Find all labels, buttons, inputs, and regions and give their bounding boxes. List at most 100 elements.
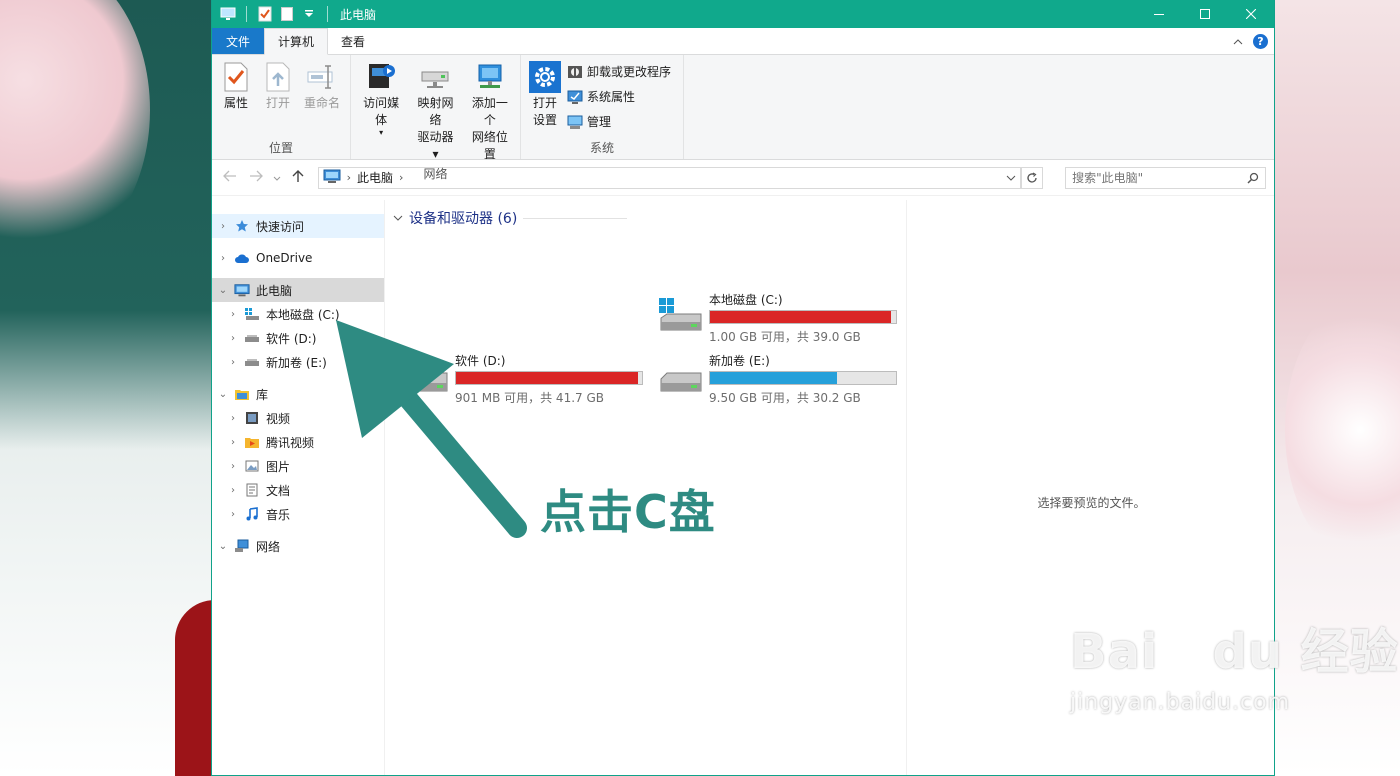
title-bar[interactable]: 此电脑 bbox=[212, 0, 1274, 28]
manage-button[interactable]: 管理 bbox=[567, 111, 671, 132]
nav-library-tencent-video[interactable]: › 腾讯视频 bbox=[212, 430, 384, 454]
map-drive-label-line2: 驱动器 ▾ bbox=[417, 130, 454, 161]
drive-free-space: 9.50 GB 可用，共 30.2 GB bbox=[709, 391, 861, 405]
add-network-location-line2: 网络位置 bbox=[471, 130, 508, 161]
toolbar-separator bbox=[246, 6, 247, 22]
minimize-button[interactable] bbox=[1136, 0, 1182, 28]
nav-drive-e-label: 新加卷 (E:) bbox=[266, 355, 327, 370]
uninstall-icon bbox=[567, 64, 583, 80]
close-button[interactable] bbox=[1228, 0, 1274, 28]
chevron-down-icon[interactable]: ⌄ bbox=[218, 285, 228, 296]
nav-library-documents[interactable]: › 文档 bbox=[212, 478, 384, 502]
media-icon bbox=[365, 61, 397, 93]
annotation-text: 点击C盘 bbox=[540, 485, 716, 539]
add-network-location-icon bbox=[474, 61, 506, 93]
drive-usage-fill bbox=[710, 372, 838, 384]
chevron-right-icon[interactable]: › bbox=[228, 357, 238, 368]
search-box[interactable] bbox=[1065, 166, 1266, 189]
properties-icon bbox=[220, 61, 252, 93]
system-properties-button[interactable]: 系统属性 bbox=[567, 86, 671, 107]
up-button[interactable] bbox=[288, 169, 308, 187]
chevron-down-icon bbox=[393, 215, 403, 221]
library-icon bbox=[234, 386, 250, 402]
chevron-right-icon[interactable]: › bbox=[228, 309, 238, 320]
chevron-right-icon[interactable]: › bbox=[218, 221, 228, 232]
chevron-right-icon[interactable]: › bbox=[228, 509, 238, 520]
search-icon[interactable] bbox=[1247, 172, 1259, 184]
nav-library-music[interactable]: › 音乐 bbox=[212, 502, 384, 526]
nav-network[interactable]: ⌄ 网络 bbox=[212, 534, 384, 558]
properties-icon[interactable] bbox=[257, 6, 273, 22]
drive-usage-bar bbox=[709, 371, 897, 385]
nav-library[interactable]: ⌄ 库 bbox=[212, 382, 384, 406]
chevron-right-icon[interactable]: › bbox=[228, 485, 238, 496]
chevron-down-icon[interactable]: ⌄ bbox=[218, 541, 228, 552]
drive-info: 本地磁盘 (C:) 1.00 GB 可用，共 39.0 GB bbox=[709, 292, 897, 345]
window-title: 此电脑 bbox=[340, 7, 377, 22]
add-network-location-line1: 添加一个 bbox=[471, 96, 508, 127]
music-icon bbox=[244, 506, 260, 522]
access-media-label: 访问媒体 bbox=[363, 96, 400, 127]
rename-button[interactable]: 重命名 bbox=[300, 59, 344, 139]
tab-computer[interactable]: 计算机 bbox=[264, 28, 329, 55]
nav-quick-access[interactable]: › 快速访问 bbox=[212, 214, 384, 238]
nav-library-videos[interactable]: › 视频 bbox=[212, 406, 384, 430]
refresh-button[interactable] bbox=[1021, 166, 1044, 189]
drive-name: 本地磁盘 (C:) bbox=[709, 293, 783, 307]
nav-this-pc[interactable]: ⌄ 此电脑 bbox=[212, 278, 384, 302]
collapse-ribbon-icon[interactable] bbox=[1233, 34, 1243, 48]
recent-locations-button[interactable] bbox=[272, 170, 282, 186]
tab-view[interactable]: 查看 bbox=[328, 28, 378, 54]
nav-drive-d[interactable]: › 软件 (D:) bbox=[212, 326, 384, 350]
chevron-right-icon[interactable]: › bbox=[228, 333, 238, 344]
map-network-drive-button[interactable]: 映射网络 驱动器 ▾ bbox=[409, 59, 461, 165]
nav-library-pictures[interactable]: › 图片 bbox=[212, 454, 384, 478]
properties-label: 属性 bbox=[223, 96, 248, 110]
nav-library-documents-label: 文档 bbox=[266, 483, 291, 498]
open-settings-button[interactable]: 打开 设置 bbox=[525, 59, 565, 139]
nav-drive-c[interactable]: › 本地磁盘 (C:) bbox=[212, 302, 384, 326]
chevron-right-icon[interactable]: › bbox=[228, 461, 238, 472]
nav-quick-access-label: 快速访问 bbox=[256, 219, 305, 234]
nav-drive-e[interactable]: › 新加卷 (E:) bbox=[212, 350, 384, 374]
new-folder-icon[interactable] bbox=[279, 6, 295, 22]
baidu-watermark: Bai du 经验 jingyan.baidu.com bbox=[1070, 620, 1399, 715]
open-settings-line1: 打开 bbox=[532, 96, 557, 110]
chevron-down-icon[interactable]: ⌄ bbox=[218, 389, 228, 400]
chevron-right-icon[interactable]: › bbox=[228, 437, 238, 448]
drive-tile-c[interactable]: 本地磁盘 (C:) 1.00 GB 可用，共 39.0 GB bbox=[657, 292, 897, 345]
properties-button[interactable]: 属性 bbox=[216, 59, 256, 139]
access-media-button[interactable]: 访问媒体 ▾ bbox=[355, 59, 407, 165]
drive-info: 新加卷 (E:) 9.50 GB 可用，共 30.2 GB bbox=[709, 353, 897, 406]
windows-drive-icon bbox=[657, 292, 705, 340]
ribbon-group-location: 属性 打开 重命名 位置 bbox=[212, 55, 351, 159]
devices-section-header[interactable]: 设备和驱动器 (6) bbox=[393, 208, 628, 228]
search-input[interactable] bbox=[1072, 170, 1247, 185]
customize-toolbar-icon[interactable] bbox=[301, 6, 317, 22]
up-arrow-icon bbox=[292, 169, 304, 182]
drive-tile-d[interactable]: 软件 (D:) 901 MB 可用，共 41.7 GB bbox=[403, 353, 643, 406]
baidu-jingyan-logo: Bai du 经验 bbox=[1070, 620, 1399, 680]
drive-info: 软件 (D:) 901 MB 可用，共 41.7 GB bbox=[455, 353, 643, 406]
drive-free-space: 1.00 GB 可用，共 39.0 GB bbox=[709, 330, 861, 344]
maximize-button[interactable] bbox=[1182, 0, 1228, 28]
add-network-location-button[interactable]: 添加一个 网络位置 bbox=[464, 59, 516, 165]
drive-tile-e[interactable]: 新加卷 (E:) 9.50 GB 可用，共 30.2 GB bbox=[657, 353, 897, 406]
uninstall-program-button[interactable]: 卸载或更改程序 bbox=[567, 61, 671, 82]
help-icon[interactable]: ? bbox=[1253, 33, 1268, 49]
forward-button[interactable] bbox=[246, 170, 266, 186]
tab-file[interactable]: 文件 bbox=[212, 28, 265, 54]
address-history-dropdown[interactable] bbox=[1006, 175, 1016, 181]
drive-icon bbox=[657, 353, 705, 401]
chevron-right-icon[interactable]: › bbox=[218, 253, 228, 264]
manage-icon bbox=[567, 114, 583, 130]
window-controls bbox=[1136, 0, 1274, 28]
cloud-icon bbox=[234, 250, 250, 266]
map-drive-icon bbox=[419, 61, 451, 93]
drive-icon bbox=[244, 330, 260, 346]
back-button[interactable] bbox=[220, 170, 240, 186]
open-button[interactable]: 打开 bbox=[258, 59, 298, 139]
chevron-right-icon[interactable]: › bbox=[228, 413, 238, 424]
nav-library-label: 库 bbox=[256, 387, 269, 402]
nav-onedrive[interactable]: › OneDrive bbox=[212, 246, 384, 270]
